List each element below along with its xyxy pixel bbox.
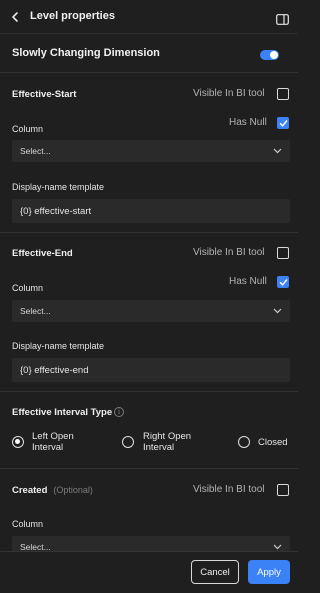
created-column-select[interactable]: Select... bbox=[12, 536, 290, 551]
chevron-down-icon bbox=[273, 308, 282, 314]
effective-end-has-null-checkbox[interactable] bbox=[277, 276, 289, 288]
radio-right-open-label[interactable]: Right Open Interval bbox=[143, 431, 191, 453]
properties-scroll-area[interactable]: Slowly Changing Dimension Effective-Star… bbox=[0, 35, 298, 551]
section-divider bbox=[0, 232, 298, 233]
effective-start-has-null-checkbox[interactable] bbox=[277, 117, 289, 129]
apply-button[interactable]: Apply bbox=[248, 560, 290, 584]
created-visible-checkbox[interactable] bbox=[277, 484, 289, 496]
info-icon[interactable]: i bbox=[114, 407, 124, 417]
panel-header: Level properties bbox=[0, 0, 298, 34]
effective-end-title: Effective-End bbox=[12, 248, 73, 259]
radio-left-open-label[interactable]: Left Open Interval bbox=[32, 431, 74, 453]
radio-left-open[interactable] bbox=[12, 436, 24, 448]
effective-end-display-name-input[interactable]: {0} effective-end bbox=[12, 358, 290, 382]
scd-label: Slowly Changing Dimension bbox=[12, 47, 160, 59]
select-placeholder: Select... bbox=[20, 542, 51, 551]
footer-bar: Cancel Apply bbox=[0, 551, 298, 593]
section-divider bbox=[0, 468, 298, 469]
radio-closed-label[interactable]: Closed bbox=[258, 437, 288, 448]
select-placeholder: Select... bbox=[20, 306, 51, 316]
effective-end-display-name-value: {0} effective-end bbox=[20, 365, 89, 376]
effective-start-visible-label: Visible In BI tool bbox=[193, 88, 265, 99]
effective-start-display-name-label: Display-name template bbox=[12, 182, 105, 192]
chevron-left-icon[interactable] bbox=[9, 10, 21, 24]
chevron-down-icon bbox=[273, 148, 282, 154]
radio-right-open[interactable] bbox=[122, 436, 134, 448]
interval-type-title: Effective Interval Type bbox=[12, 407, 113, 418]
optional-tag: (Optional) bbox=[53, 485, 93, 495]
effective-start-title: Effective-Start bbox=[12, 89, 77, 100]
effective-start-display-name-value: {0} effective-start bbox=[20, 206, 92, 217]
scd-toggle[interactable] bbox=[260, 50, 279, 60]
created-column-label: Column bbox=[12, 519, 44, 529]
cancel-button[interactable]: Cancel bbox=[191, 560, 239, 584]
panel-toggle-icon[interactable] bbox=[276, 14, 289, 25]
effective-end-visible-checkbox[interactable] bbox=[277, 247, 289, 259]
effective-start-has-null-label: Has Null bbox=[229, 117, 267, 128]
effective-end-visible-label: Visible In BI tool bbox=[193, 247, 265, 258]
effective-end-has-null-label: Has Null bbox=[229, 276, 267, 287]
select-placeholder: Select... bbox=[20, 146, 51, 156]
effective-start-column-select[interactable]: Select... bbox=[12, 140, 290, 162]
created-title: Created (Optional) bbox=[12, 485, 93, 496]
effective-start-visible-checkbox[interactable] bbox=[277, 88, 289, 100]
effective-start-column-label: Column bbox=[12, 124, 44, 134]
scd-row: Slowly Changing Dimension bbox=[0, 35, 298, 73]
panel-title: Level properties bbox=[30, 10, 115, 22]
effective-end-column-select[interactable]: Select... bbox=[12, 300, 290, 322]
chevron-down-icon bbox=[273, 544, 282, 550]
effective-start-display-name-input[interactable]: {0} effective-start bbox=[12, 199, 290, 223]
effective-end-display-name-label: Display-name template bbox=[12, 341, 105, 351]
radio-closed[interactable] bbox=[238, 436, 250, 448]
created-visible-label: Visible In BI tool bbox=[193, 484, 265, 495]
effective-end-column-label: Column bbox=[12, 283, 44, 293]
section-divider bbox=[0, 391, 298, 392]
